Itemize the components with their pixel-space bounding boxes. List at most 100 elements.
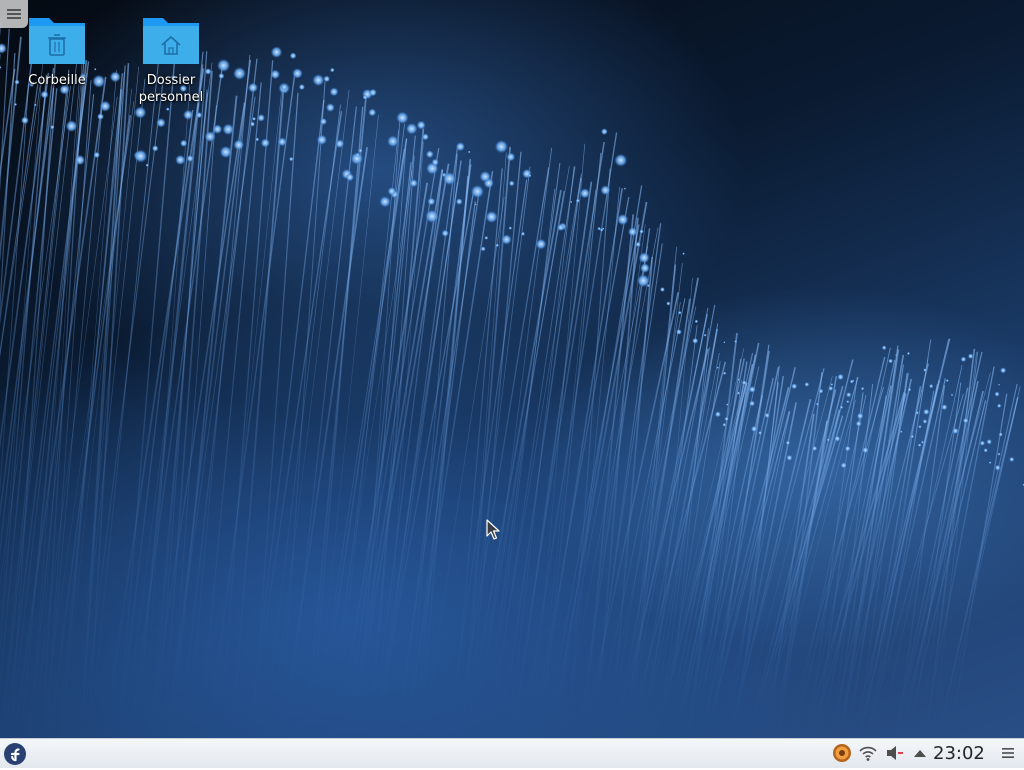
- fiber-tip-glow: [692, 338, 698, 344]
- fiber-tip-glow: [180, 140, 187, 147]
- fiber-tip-glow: [369, 89, 377, 97]
- fiber-strand: [568, 169, 610, 738]
- fiber-tip-glow: [271, 46, 283, 58]
- fiber-tip-glow: [495, 244, 499, 248]
- panel-options-button[interactable]: [997, 742, 1019, 764]
- fiber-tip-glow: [628, 227, 638, 237]
- fiber-tip-glow: [845, 446, 851, 452]
- fiber-tip-glow: [422, 133, 429, 140]
- fiber-strand: [767, 414, 814, 738]
- fiber-tip-glow: [475, 203, 477, 205]
- expand-arrow-up-icon: [913, 748, 927, 758]
- mouse-pointer-icon: [486, 519, 500, 541]
- fiber-tip-glow: [501, 234, 512, 245]
- wifi-icon: [858, 744, 878, 762]
- fiber-tip-glow: [290, 52, 297, 59]
- fiber-tip-glow: [600, 228, 604, 232]
- volume-button[interactable]: [883, 742, 905, 764]
- fiber-strand: [363, 139, 407, 738]
- fiber-tip-glow: [317, 134, 328, 145]
- fiber-tip-glow: [923, 409, 929, 415]
- fiber-tip-glow: [312, 74, 324, 86]
- fiber-tip-glow: [21, 116, 29, 124]
- fiber-strand: [897, 385, 944, 738]
- fiber-tip-glow: [717, 366, 719, 368]
- fiber-tip-glow: [635, 242, 641, 248]
- fiber-tip-glow: [233, 67, 246, 80]
- fiber-tip-glow: [862, 447, 869, 454]
- fiber-tip-glow: [850, 380, 854, 384]
- fiber-tip-glow: [952, 428, 958, 434]
- fiber-tip-glow: [506, 152, 515, 161]
- fiber-tip-glow: [751, 426, 758, 433]
- fiber-tip-glow: [183, 110, 193, 120]
- fiber-tip-glow: [479, 171, 491, 183]
- fiber-tip-glow: [248, 83, 258, 93]
- fiber-strand: [933, 352, 978, 738]
- fiber-strand: [406, 171, 492, 738]
- fiber-tip-glow: [764, 413, 770, 419]
- fiber-tip-glow: [557, 224, 564, 231]
- fiber-tip-glow: [882, 345, 887, 350]
- panel-menu-icon: [1001, 747, 1015, 759]
- fiber-tip-glow: [846, 392, 851, 397]
- fiber-tip-glow: [834, 435, 840, 441]
- fiber-tip-glow: [471, 185, 485, 199]
- fiber-tip-glow: [742, 380, 747, 385]
- fiber-strand: [748, 390, 836, 738]
- fiber-strand: [348, 169, 442, 738]
- fiber-tip-glow: [804, 382, 809, 387]
- fiber-tip-glow: [695, 320, 699, 324]
- fiber-tip-glow: [75, 155, 86, 166]
- fiber-tip-glow: [484, 236, 488, 240]
- show-hidden-icons-button[interactable]: [909, 742, 931, 764]
- fiber-tip-glow: [432, 159, 439, 166]
- fiber-tip-glow: [900, 430, 903, 433]
- fiber-tip-glow: [233, 139, 244, 150]
- fiber-tip-glow: [34, 104, 37, 107]
- fiber-tip-glow: [986, 439, 992, 445]
- fiber-tip-glow: [923, 419, 928, 424]
- fiber-tip-glow: [722, 423, 726, 427]
- fiber-tip-glow: [220, 146, 233, 159]
- fiber-tip-glow: [281, 84, 288, 91]
- network-button[interactable]: [857, 742, 879, 764]
- fiber-tip-glow: [50, 125, 54, 129]
- desktop[interactable]: Corbeille Dossier personnel: [0, 0, 1024, 738]
- fiber-tip-glow: [999, 432, 1003, 436]
- fiber-tip-glow: [812, 446, 817, 451]
- fiber-tip-glow: [570, 201, 572, 203]
- fiber-tip-glow: [908, 388, 912, 392]
- fiber-tip-glow: [358, 149, 362, 153]
- fiber-tip-glow: [963, 418, 969, 424]
- fiber-tip-glow: [941, 404, 947, 410]
- fiber-strand: [172, 96, 237, 738]
- fiber-tip-glow: [637, 274, 650, 287]
- fiber-tip-glow: [1000, 367, 1006, 373]
- fiber-tip-glow: [250, 121, 255, 126]
- desktop-icon-home[interactable]: Dossier personnel: [121, 12, 221, 106]
- fiber-tip-glow: [923, 368, 927, 372]
- update-notifier-button[interactable]: [831, 742, 853, 764]
- desktop-icon-trash[interactable]: Corbeille: [7, 12, 107, 89]
- fiber-tip-glow: [600, 185, 610, 195]
- fiber-tip-glow: [100, 101, 111, 112]
- fiber-strand: [626, 247, 676, 738]
- fiber-tip-glow: [857, 413, 864, 420]
- fiber-tip-glow: [326, 103, 335, 112]
- fedora-logo-icon: [3, 742, 27, 766]
- fiber-strand: [899, 391, 983, 738]
- fiber-tip-glow: [918, 425, 921, 428]
- fiber-tip-glow: [93, 152, 100, 159]
- fiber-tip-glow: [576, 199, 580, 203]
- digital-clock[interactable]: 23:02: [933, 739, 985, 769]
- fiber-tip-glow: [166, 107, 170, 111]
- fiber-tip-glow: [468, 151, 471, 154]
- application-launcher-button[interactable]: [3, 742, 27, 766]
- fiber-tip-glow: [425, 209, 439, 223]
- fiber-tip-glow: [995, 465, 1001, 471]
- fiber-tip-glow: [278, 137, 287, 146]
- fiber-tip-glow: [831, 383, 834, 386]
- fiber-tip-glow: [997, 453, 1000, 456]
- fiber-tip-glow: [840, 405, 844, 409]
